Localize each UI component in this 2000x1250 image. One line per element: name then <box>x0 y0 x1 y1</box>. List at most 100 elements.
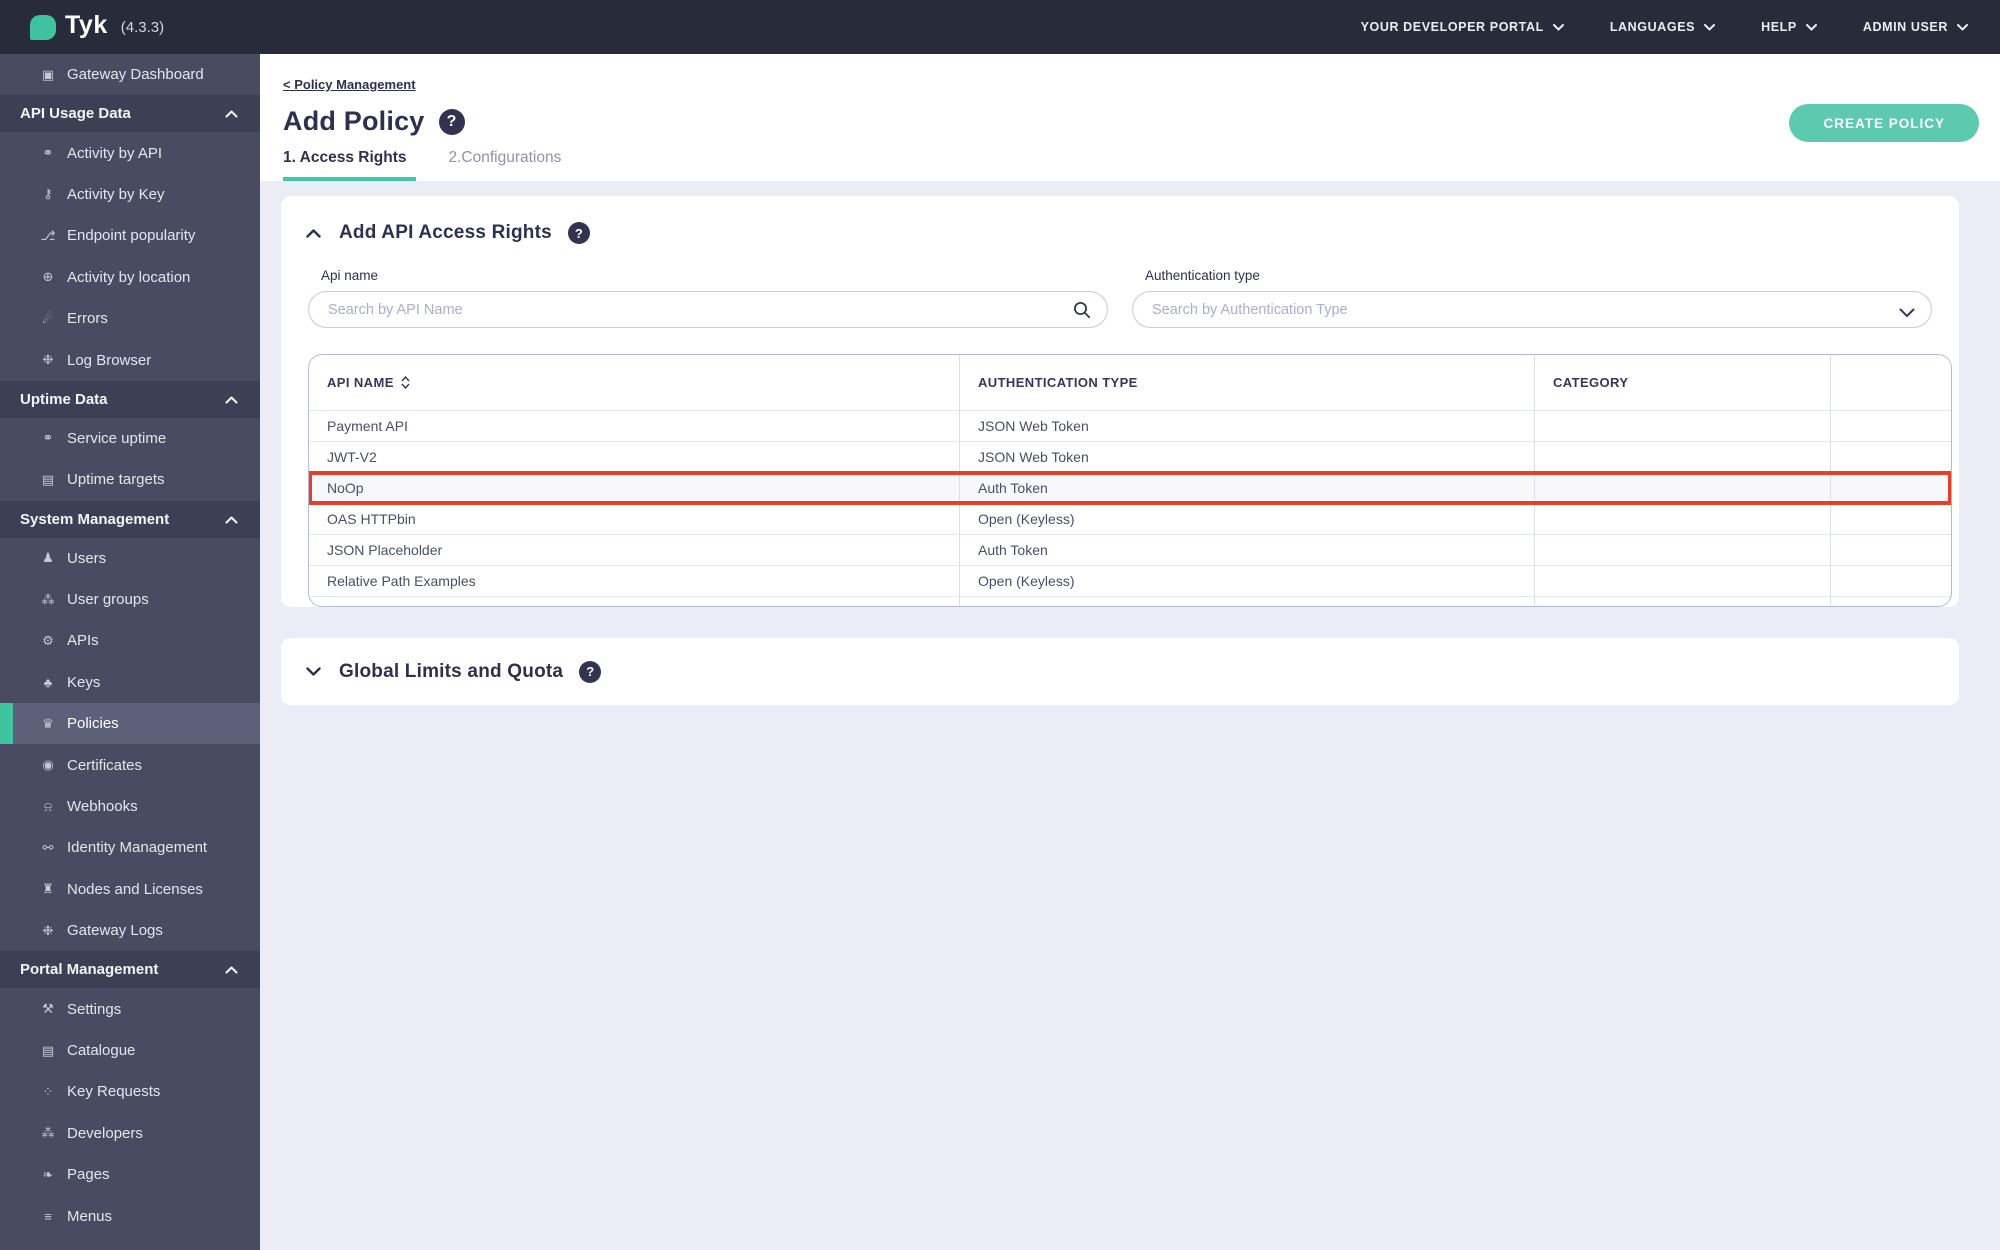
sidebar-item-nodes-and-licenses[interactable]: ♜ Nodes and Licenses <box>0 869 260 910</box>
tab[interactable]: 2.Configurations <box>448 149 571 181</box>
sidebar-item-developers[interactable]: ⁂ Developers <box>0 1113 260 1154</box>
api-name-search-input[interactable] <box>309 292 1107 327</box>
access-rights-title: Add API Access Rights <box>339 222 552 243</box>
auth-type-field: Authentication type Search by Authentica… <box>1132 268 1932 328</box>
sidebar-item-settings[interactable]: ⚒ Settings <box>0 988 260 1029</box>
topbar-menu[interactable]: ADMIN USER <box>1863 20 1968 34</box>
sidebar-item-label: Log Browser <box>67 351 152 369</box>
help-icon[interactable]: ? <box>438 108 465 135</box>
sidebar-item-apis[interactable]: ⚙ APIs <box>0 620 260 661</box>
sidebar-item-activity-by-key[interactable]: ⚷ Activity by Key <box>0 174 260 215</box>
sidebar-item-policies[interactable]: ♛ Policies <box>0 703 260 745</box>
sidebar-section-api-usage-data[interactable]: API Usage Data <box>0 95 260 133</box>
column-header-api-name[interactable]: API NAME <box>309 355 960 410</box>
help-icon[interactable]: ? <box>567 222 590 244</box>
breadcrumb[interactable]: < Policy Management <box>283 77 416 92</box>
sidebar-item-activity-by-api[interactable]: ⚭ Activity by API <box>0 132 260 173</box>
cell-api-name: JSON Placeholder <box>309 535 960 565</box>
create-policy-button[interactable]: CREATE POLICY <box>1789 104 1979 142</box>
table-row[interactable]: Payment API JSON Web Token <box>309 410 1951 441</box>
sidebar-item-label: Key Requests <box>67 1083 161 1101</box>
tyk-logo[interactable]: Tyk (4.3.3) <box>30 11 165 40</box>
column-label: CATEGORY <box>1553 375 1629 390</box>
sidebar-item-label: Endpoint popularity <box>67 227 196 245</box>
sidebar-section-label: System Management <box>20 510 170 528</box>
sidebar-item-gateway-dashboard[interactable]: ▣ Gateway Dashboard <box>0 54 260 95</box>
sidebar-item-label: APIs <box>67 632 99 650</box>
table-row[interactable]: JSON Placeholder Auth Token <box>309 534 1951 565</box>
sidebar-item-user-groups[interactable]: ⁂ User groups <box>0 579 260 620</box>
leaf-icon: ❧ <box>42 1166 54 1182</box>
sidebar-item-menus[interactable]: ≡ Menus <box>0 1195 260 1236</box>
sidebar-item-label: Identity Management <box>67 839 208 857</box>
sidebar-item-uptime-targets[interactable]: ▤ Uptime targets <box>0 459 260 500</box>
search-icon[interactable] <box>1073 301 1091 324</box>
sidebar-item-service-uptime[interactable]: ⚭ Service uptime <box>0 418 260 459</box>
column-label: AUTHENTICATION TYPE <box>978 375 1138 390</box>
user-icon: ♟ <box>42 550 54 566</box>
sidebar-item-label: Keys <box>67 673 101 691</box>
help-icon[interactable]: ? <box>579 660 602 683</box>
column-header-category[interactable]: CATEGORY <box>1535 355 1831 410</box>
sidebar-item-identity-management[interactable]: ⚯ Identity Management <box>0 827 260 868</box>
collapse-chevron-up-icon[interactable] <box>303 228 323 238</box>
sidebar-item-keys[interactable]: ♣ Keys <box>0 662 260 703</box>
topbar-menu[interactable]: HELP <box>1761 20 1817 34</box>
wrench-icon: ⚒ <box>42 1001 54 1017</box>
sidebar-item-errors[interactable]: ☄ Errors <box>0 298 260 339</box>
sidebar-item-label: Users <box>67 549 107 567</box>
topbar-menu[interactable]: YOUR DEVELOPER PORTAL <box>1361 20 1564 34</box>
sort-icon[interactable] <box>401 376 410 389</box>
tab[interactable]: 1. Access Rights <box>283 149 417 181</box>
sidebar-section-portal-management[interactable]: Portal Management <box>0 951 260 989</box>
chevron-up-icon <box>225 391 238 408</box>
api-name-label: Api name <box>321 268 379 283</box>
sidebar-section-uptime-data[interactable]: Uptime Data <box>0 380 260 418</box>
sidebar-item-webhooks[interactable]: ⍾ Webhooks <box>0 786 260 827</box>
sidebar-item-users[interactable]: ♟ Users <box>0 538 260 579</box>
chevron-up-icon <box>225 511 238 528</box>
sidebar-item-log-browser[interactable]: ❉ Log Browser <box>0 339 260 380</box>
sidebar-item-key-requests[interactable]: ⁘ Key Requests <box>0 1071 260 1112</box>
user-group-icon: ⁂ <box>41 591 55 607</box>
bug-icon: ❉ <box>42 922 54 938</box>
auth-type-select[interactable]: Search by Authentication Type <box>1132 291 1932 328</box>
column-label: API NAME <box>327 375 394 390</box>
collapse-chevron-down-icon[interactable] <box>303 667 323 676</box>
table-row[interactable]: JWT-V2 JSON Web Token <box>309 441 1951 472</box>
topbar-menu[interactable]: LANGUAGES <box>1610 20 1716 34</box>
brand-version: (4.3.3) <box>120 18 165 36</box>
sidebar-item-gateway-logs[interactable]: ❉ Gateway Logs <box>0 910 260 951</box>
sidebar-item-label: Gateway Logs <box>67 922 163 940</box>
column-header-auth-type[interactable]: AUTHENTICATION TYPE <box>960 355 1535 410</box>
bell-icon: ⍾ <box>43 798 53 814</box>
cell-empty <box>1831 504 1951 534</box>
tab-label: 2.Configurations <box>448 149 562 166</box>
table-row[interactable]: Relative Path Examples Open (Keyless) <box>309 565 1951 596</box>
global-limits-title: Global Limits and Quota <box>339 660 564 682</box>
chevron-up-icon <box>225 105 238 122</box>
sitemap-icon: ♣ <box>43 674 53 690</box>
sidebar-item-catalogue[interactable]: ▤ Catalogue <box>0 1030 260 1071</box>
branch-icon: ⎇ <box>40 227 56 243</box>
table-row[interactable]: NoOp Auth Token <box>309 471 1951 505</box>
crown-icon: ♛ <box>42 715 54 731</box>
paw-icon: ⁘ <box>42 1083 54 1099</box>
cell-empty <box>1831 473 1951 503</box>
key-icon: ⚷ <box>43 186 53 202</box>
chevron-up-icon <box>225 961 238 978</box>
sidebar-item-pages[interactable]: ❧ Pages <box>0 1154 260 1195</box>
table-row[interactable]: Rectified Posts Open (Keyless) <box>309 596 1951 606</box>
sidebar-item-activity-by-location[interactable]: ⊕ Activity by location <box>0 257 260 298</box>
tab-label: 1. Access Rights <box>283 149 407 166</box>
column-header-empty <box>1831 355 1951 410</box>
page-title: Add Policy <box>283 106 425 136</box>
sidebar-item-certificates[interactable]: ◉ Certificates <box>0 744 260 785</box>
cell-auth-type: Open (Keyless) <box>960 597 1535 606</box>
cell-empty <box>1831 535 1951 565</box>
list-icon: ▤ <box>41 1042 55 1058</box>
cell-auth-type: Auth Token <box>960 473 1535 503</box>
sidebar-item-endpoint-popularity[interactable]: ⎇ Endpoint popularity <box>0 215 260 256</box>
table-row[interactable]: OAS HTTPbin Open (Keyless) <box>309 503 1951 534</box>
sidebar-section-system-management[interactable]: System Management <box>0 500 260 538</box>
